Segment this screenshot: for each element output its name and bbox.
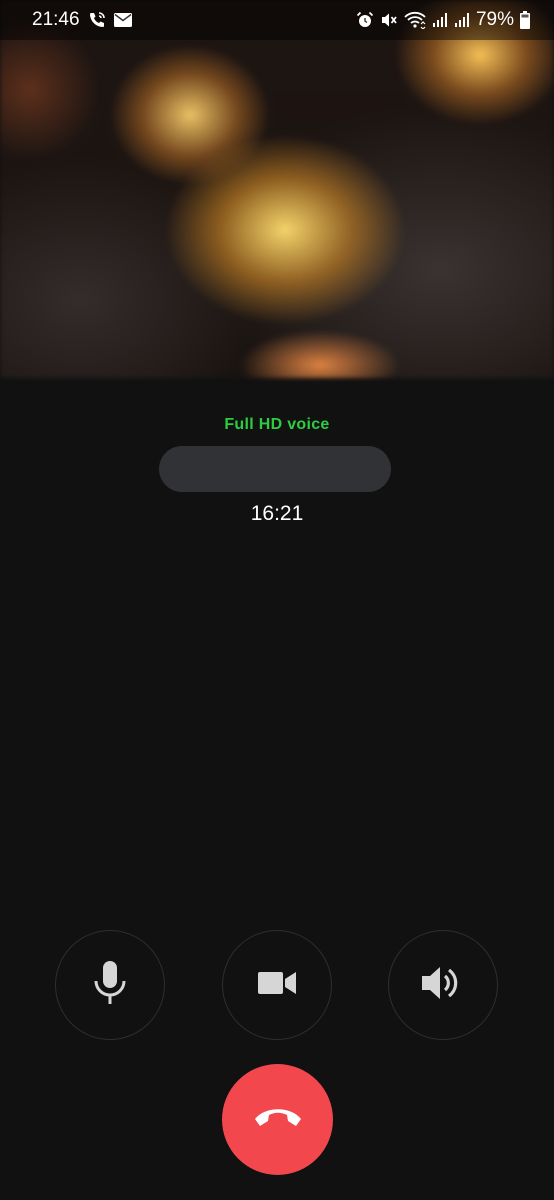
signal-icon [432,12,448,28]
hd-voice-label: Full HD voice [224,416,330,433]
battery-icon [520,11,530,29]
end-call-icon [251,1104,305,1135]
caller-photo [0,0,554,378]
call-duration: 16:21 [250,502,304,525]
video-call-button[interactable] [222,930,332,1040]
wifi-call-icon [88,11,106,29]
caller-name [159,446,391,492]
signal-icon [454,12,470,28]
status-bar: 21:46 79% [0,0,554,40]
speaker-button[interactable] [388,930,498,1040]
speaker-icon [419,963,467,1008]
status-time: 21:46 [32,9,80,30]
mute-button[interactable] [55,930,165,1040]
battery-percent: 79% [475,9,514,30]
alarm-icon [356,11,374,29]
end-call-button[interactable] [222,1064,333,1175]
video-camera-icon [257,969,297,1002]
microphone-icon [90,959,130,1012]
wifi-icon [404,11,426,29]
email-icon [113,13,132,27]
mute-icon [380,11,398,29]
